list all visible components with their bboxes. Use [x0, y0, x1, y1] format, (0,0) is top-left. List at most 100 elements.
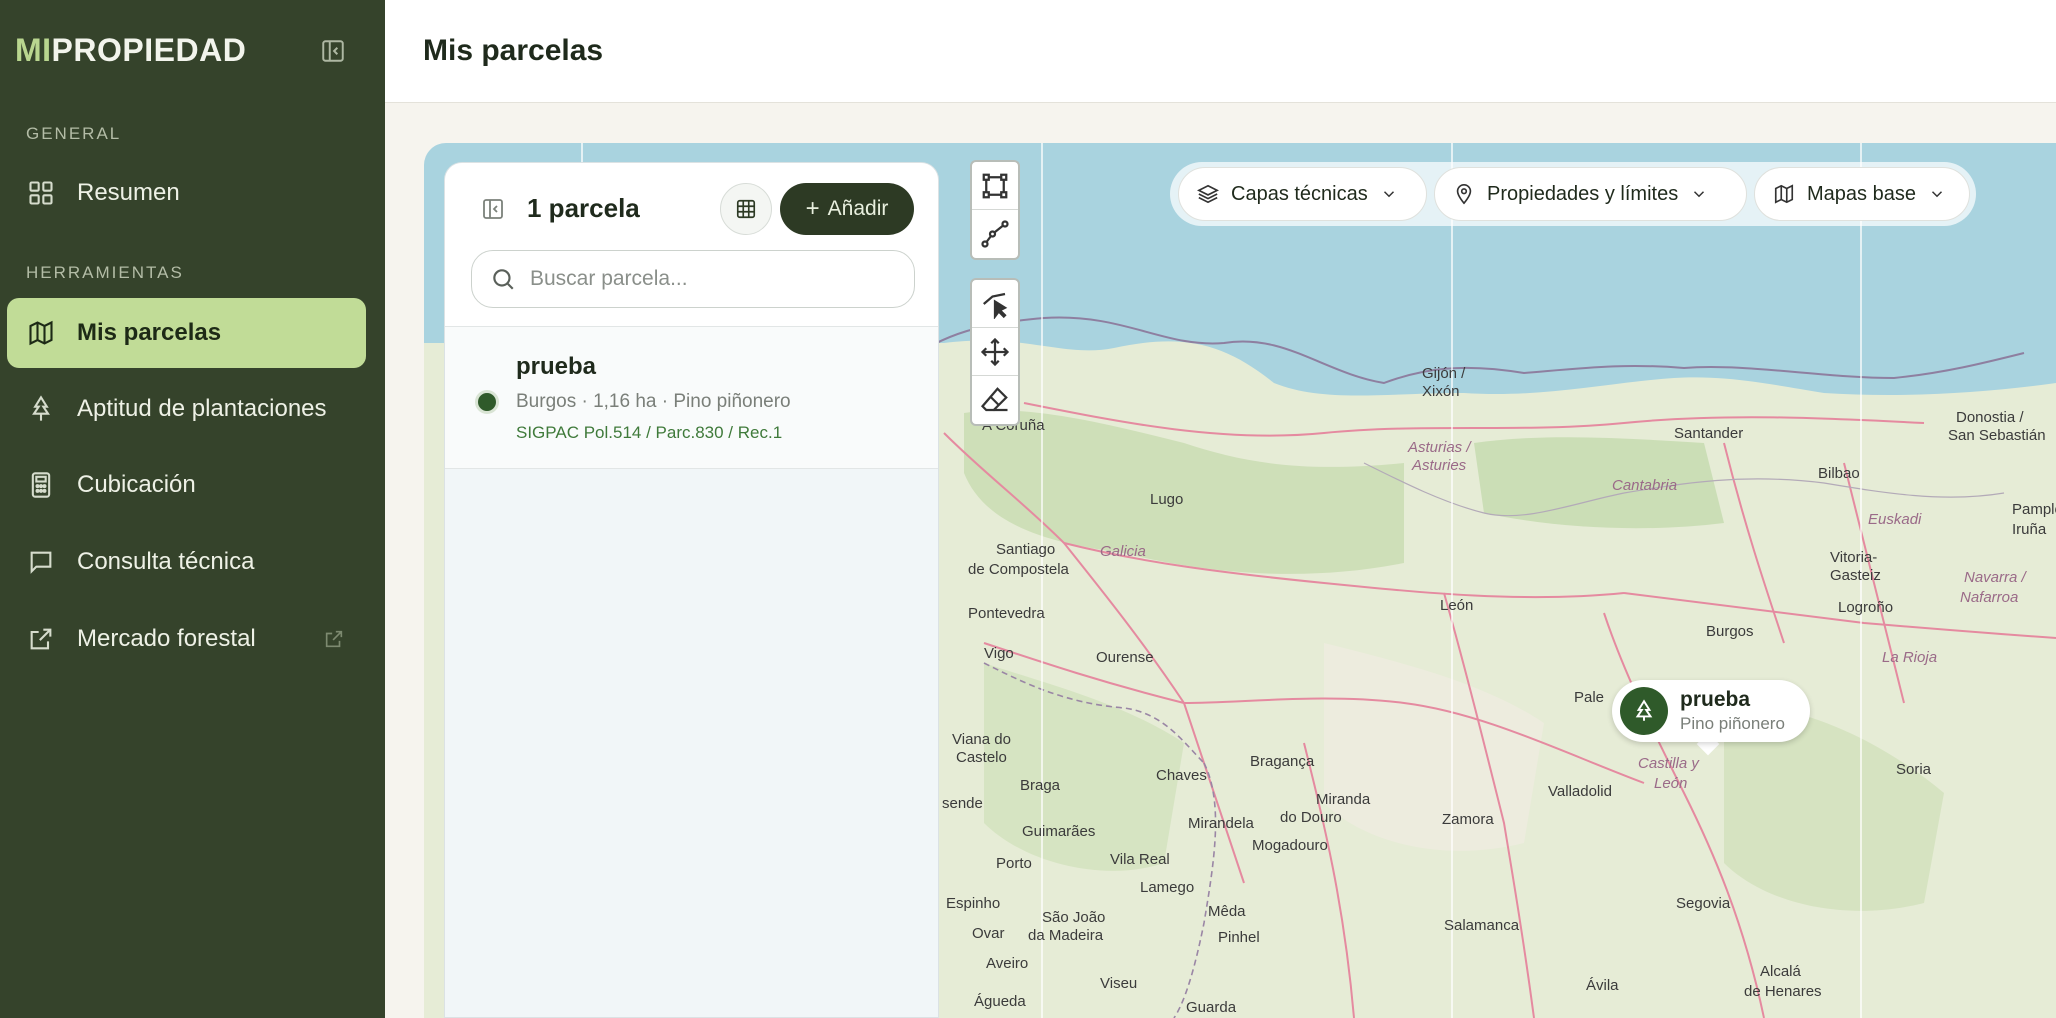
calculator-icon [31, 472, 51, 498]
sidebar-item-mis-parcelas[interactable]: Mis parcelas [7, 298, 366, 368]
sidebar-item-aptitud[interactable]: Aptitud de plantaciones [7, 374, 366, 444]
map-label: Lamego [1140, 879, 1195, 896]
map-label: Asturias / [1408, 439, 1471, 456]
map-label: Lugo [1150, 491, 1184, 508]
map-label: da Madeira [1028, 927, 1104, 944]
map-label: Mêda [1208, 903, 1246, 920]
map-label: Águeda [974, 993, 1026, 1010]
technical-layers-dropdown[interactable]: Capas técnicas [1178, 167, 1427, 221]
map-label: Pale [1574, 689, 1605, 706]
edit-vertices-tool[interactable] [972, 280, 1018, 328]
parcel-meta: Burgos · 1,16 ha · Pino piñonero [516, 391, 791, 412]
map-label: Soria [1896, 761, 1932, 778]
base-maps-dropdown[interactable]: Mapas base [1754, 167, 1970, 221]
map-label: Salamanca [1444, 917, 1520, 934]
chevron-down-icon [1694, 191, 1705, 198]
draw-polygon-tool[interactable] [972, 162, 1018, 210]
map-label: Iruña [2012, 521, 2047, 538]
map-label: Vitoria- [1830, 549, 1878, 566]
map-label: Zamora [1442, 811, 1494, 828]
map-label: La Rioja [1882, 649, 1938, 666]
plus-icon: + [805, 195, 820, 222]
marker-name: prueba [1680, 688, 1751, 711]
sidebar-collapse-icon[interactable] [320, 38, 346, 64]
sidebar-item-mercado[interactable]: Mercado forestal [7, 604, 366, 674]
move-tool[interactable] [972, 328, 1018, 376]
map-icon [29, 320, 53, 346]
draw-line-tool[interactable] [972, 210, 1018, 258]
top-bar: Mis parcelas [385, 0, 2056, 103]
map-label: Ourense [1096, 649, 1154, 666]
sidebar-item-label: Resumen [77, 179, 180, 206]
add-parcel-button[interactable]: + Añadir [780, 183, 914, 235]
erase-tool[interactable] [972, 376, 1018, 424]
map-label: Castilla y [1638, 755, 1699, 772]
add-parcel-label: Añadir [827, 197, 889, 220]
map-label: Logroño [1838, 599, 1894, 616]
map-label: Galicia [1100, 543, 1146, 560]
external-link-icon [30, 628, 52, 650]
map-label: Xixón [1422, 383, 1460, 400]
parcel-panel: 1 parcela + Añadir prueba Burgos · 1,16 … [444, 162, 939, 1018]
section-label-general: GENERAL [26, 124, 122, 143]
polyline-icon [981, 220, 1009, 248]
sidebar-item-label: Aptitud de plantaciones [77, 395, 327, 422]
map-label: Ovar [972, 925, 1005, 942]
map-label: Guarda [1186, 999, 1237, 1016]
page-title: Mis parcelas [423, 34, 604, 67]
map-label: Valladolid [1548, 783, 1612, 800]
parcel-color-dot [475, 390, 499, 414]
map-label: Bilbao [1818, 465, 1860, 482]
properties-limits-dropdown[interactable]: Propiedades y límites [1434, 167, 1747, 221]
search-box[interactable] [471, 250, 915, 308]
map-label: San Sebastián [1948, 427, 2046, 444]
map-label: do Douro [1280, 809, 1342, 826]
map-label: Vigo [984, 645, 1014, 662]
map-label: Braga [1020, 777, 1061, 794]
sidebar-item-label: Mis parcelas [77, 319, 222, 346]
map-label: Euskadi [1868, 511, 1922, 528]
sidebar-item-label: Cubicación [77, 471, 196, 498]
grid-icon [29, 181, 53, 205]
parcel-sigpac: SIGPAC Pol.514 / Parc.830 / Rec.1 [516, 423, 783, 442]
map-label: Pinhel [1218, 929, 1260, 946]
map-label: Alcalá [1760, 963, 1801, 980]
map-label: Viana do [952, 731, 1011, 748]
table-icon [736, 199, 756, 219]
base-maps-label: Mapas base [1807, 182, 1916, 205]
map-label: Pontevedra [968, 605, 1045, 622]
map-icon [1774, 184, 1794, 204]
map-label: Mogadouro [1252, 837, 1328, 854]
map-label: Ávila [1586, 977, 1619, 994]
table-view-button[interactable] [720, 183, 772, 235]
map-label: Bragança [1250, 753, 1315, 770]
map-label: Guimarães [1022, 823, 1096, 840]
app-logo[interactable]: MIPROPIEDAD [15, 32, 246, 69]
parcel-count: 1 parcela [527, 193, 640, 223]
map-label: Segovia [1676, 895, 1731, 912]
sidebar-item-label: Mercado forestal [77, 625, 256, 652]
open-external-icon [325, 630, 343, 648]
map-label: de Compostela [968, 561, 1069, 578]
eraser-icon [980, 387, 1008, 412]
sidebar-item-resumen[interactable]: Resumen [7, 158, 366, 228]
sidebar: MIPROPIEDAD GENERAL Resumen HERRAMIENTAS… [0, 0, 385, 1018]
parcel-panel-header: 1 parcela + Añadir [445, 163, 938, 327]
map-label: Burgos [1706, 623, 1754, 640]
map-label: Donostia / [1956, 409, 2024, 426]
parcel-map-marker[interactable]: prueba Pino piñonero [1612, 680, 1810, 742]
edit-pointer-icon [983, 292, 1008, 319]
draw-toolbar [970, 160, 1020, 260]
panel-collapse-icon[interactable] [481, 197, 505, 221]
parcel-list-item[interactable]: prueba Burgos · 1,16 ha · Pino piñonero … [445, 327, 938, 469]
sidebar-item-consulta[interactable]: Consulta técnica [7, 527, 366, 597]
map-label: Santander [1674, 425, 1744, 442]
search-input[interactable] [530, 267, 890, 291]
map-label: Vila Real [1110, 851, 1170, 868]
map-label: Porto [996, 855, 1032, 872]
map-label: Gasteiz [1830, 567, 1881, 584]
logo-propiedad: PROPIEDAD [51, 32, 247, 68]
sidebar-item-cubicacion[interactable]: Cubicación [7, 450, 366, 520]
map-label: Miranda [1316, 791, 1371, 808]
polygon-icon [982, 173, 1008, 198]
